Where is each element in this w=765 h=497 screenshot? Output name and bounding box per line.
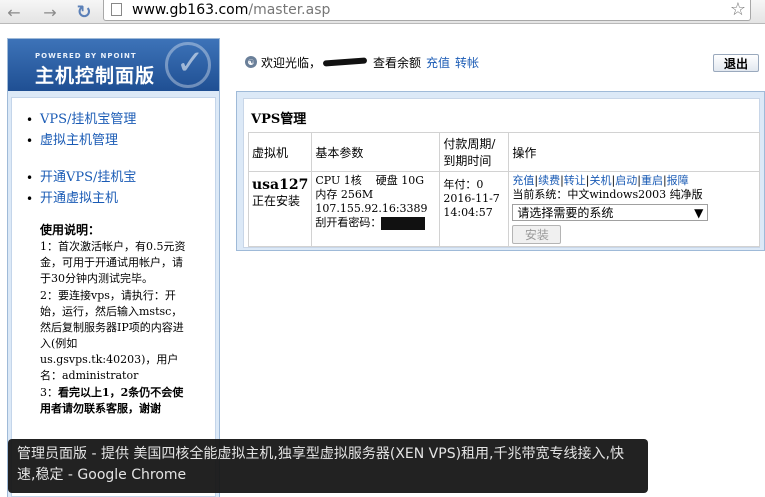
spec-ip: 107.155.92.16:3389 (315, 202, 428, 215)
url-host: www.gb163.com (132, 2, 249, 18)
usage-item-3: 3：看完以上1，2条仍不会使用者请勿联系客服，谢谢 (40, 385, 190, 417)
vm-name: usa127 (252, 177, 309, 193)
sidebar-item-open-vps[interactable]: 开通VPS/挂机宝 (26, 169, 136, 190)
os-select-value: 请选择需要的系统 (517, 205, 614, 220)
sidebar-item-label[interactable]: 开通VPS/挂机宝 (40, 170, 136, 185)
ops-links: 充值|续费|转让|关机|启动|重启|报障 (512, 174, 689, 187)
chevron-down-icon: ▼ (694, 205, 704, 220)
table-header-row: 虚拟机 基本参数 付款周期/到期时间 操作 (247, 132, 760, 172)
welcome-text: 欢迎光临， (261, 55, 322, 70)
username-redacted (322, 57, 368, 67)
check-logo-icon (165, 42, 211, 88)
cell-spec: CPU 1核 硬盘 10G 内存 256M 107.155.92.16:3389… (311, 171, 441, 247)
op-start-link[interactable]: 启动 (615, 174, 637, 187)
usage-instructions: 使用说明： 1：首次激活帐户，有0.5元资金，可用于开通试用帐户，请于30分钟内… (40, 222, 190, 417)
sidebar-item-vhost-manage[interactable]: 虚拟主机管理 (26, 132, 136, 153)
op-recharge-link[interactable]: 充值 (512, 174, 534, 187)
window-title-tooltip: 管理员面版 - 提供 美国四核全能虚拟主机,独享型虚拟服务器(XEN VPS)租… (8, 439, 648, 493)
usage-item-1: 1：首次激活帐户，有0.5元资金，可用于开通试用帐户，请于30分钟内测试完毕。 (40, 240, 186, 285)
sidebar-item-label[interactable]: 虚拟主机管理 (40, 133, 118, 148)
cell-ops: 充值|续费|转让|关机|启动|重启|报障 当前系统：中文windows2003 … (508, 171, 760, 247)
op-report-link[interactable]: 报障 (667, 174, 689, 187)
install-button[interactable]: 安装 (512, 225, 562, 244)
vm-status: 正在安装 (252, 194, 301, 208)
address-bar[interactable]: www.gb163.com/master.asp ☆ (103, 0, 751, 21)
password-scratch-box[interactable] (381, 216, 426, 230)
vps-panel-inner: VPS管理 虚拟机 基本参数 付款周期/到期时间 操作 usa127 正在安装 … (243, 98, 760, 248)
back-arrow-icon[interactable]: ← (4, 2, 24, 22)
usage-title: 使用说明： (40, 223, 101, 237)
current-os: 当前系统：中文windows2003 纯净版 (512, 188, 703, 201)
sidebar-open-list: 开通VPS/挂机宝 开通虚拟主机 (26, 169, 136, 211)
sidebar-item-label[interactable]: VPS/挂机宝管理 (40, 112, 136, 127)
column-header-pay: 付款周期/到期时间 (439, 132, 510, 172)
cell-vm: usa127 正在安装 (247, 171, 313, 247)
transfer-link[interactable]: 转帐 (455, 54, 479, 71)
logo-title: 主机控制面版 (35, 65, 156, 87)
browser-toolbar: ← → ↻ www.gb163.com/master.asp ☆ (0, 0, 765, 24)
url-path: /master.asp (248, 2, 331, 18)
spec-memory: 内存 256M (315, 188, 374, 201)
op-shutdown-link[interactable]: 关机 (590, 174, 612, 187)
password-label: 刮开看密码： (315, 216, 382, 229)
op-renew-link[interactable]: 续费 (538, 174, 560, 187)
column-header-ops: 操作 (508, 132, 760, 172)
op-restart-link[interactable]: 重启 (641, 174, 663, 187)
vps-table: 虚拟机 基本参数 付款周期/到期时间 操作 usa127 正在安装 CPU 1核… (247, 132, 760, 247)
vps-panel: VPS管理 虚拟机 基本参数 付款周期/到期时间 操作 usa127 正在安装 … (236, 91, 765, 251)
os-select[interactable]: 请选择需要的系统 ▼ (512, 204, 709, 221)
op-transfer-link[interactable]: 转让 (564, 174, 586, 187)
check-balance-text: 查看余额 (373, 55, 422, 70)
url-text: www.gb163.com/master.asp (132, 2, 330, 18)
user-icon: ☯ (245, 56, 257, 68)
bookmark-star-icon[interactable]: ☆ (730, 0, 746, 20)
column-header-pay-line2: 到期时间 (443, 154, 492, 168)
spec-password: 刮开看密码： (315, 216, 436, 230)
recharge-link[interactable]: 充值 (426, 54, 450, 71)
sidebar-item-label[interactable]: 开通虚拟主机 (40, 191, 118, 206)
welcome-bar: ☯ 欢迎光临， 查看余额 充值 转帐 (245, 53, 479, 71)
spec-cpu-disk: CPU 1核 硬盘 10G (315, 174, 425, 187)
reload-icon[interactable]: ↻ (74, 2, 94, 23)
expire-date: 2016-11-7 (443, 192, 500, 205)
forward-arrow-icon[interactable]: → (40, 2, 60, 22)
column-header-pay-line1: 付款周期/ (443, 137, 496, 151)
usage-item-2: 2：要连接vps，请执行：开始，运行，然后输入mstsc，然后复制服务器IP项的… (40, 289, 184, 382)
expire-time: 14:04:57 (443, 206, 493, 219)
cell-pay: 年付：0 2016-11-7 14:04:57 (439, 171, 510, 247)
sidebar-panel: VPS/挂机宝管理 虚拟主机管理 开通VPS/挂机宝 开通虚拟主机 使用说明： … (11, 97, 216, 497)
table-row: usa127 正在安装 CPU 1核 硬盘 10G 内存 256M 107.15… (247, 171, 760, 247)
page-icon (111, 3, 122, 16)
usage-item-3-text: 看完以上1，2条仍不会使用者请勿联系客服，谢谢 (40, 386, 184, 415)
logo: POWERED BY NPOINT 主机控制面版 (8, 39, 219, 91)
column-header-vm: 虚拟机 (247, 132, 313, 172)
sidebar-item-vps-manage[interactable]: VPS/挂机宝管理 (26, 111, 136, 132)
logo-powered-text: POWERED BY NPOINT (35, 52, 137, 60)
usage-item-3-prefix: 3： (40, 386, 58, 399)
panel-title: VPS管理 (251, 112, 307, 127)
logout-button[interactable]: 退出 (713, 54, 759, 72)
sidebar-manage-list: VPS/挂机宝管理 虚拟主机管理 (26, 111, 136, 153)
column-header-spec: 基本参数 (311, 132, 441, 172)
sidebar-item-open-vhost[interactable]: 开通虚拟主机 (26, 190, 136, 211)
pay-cycle: 年付：0 (443, 178, 484, 191)
sidebar: POWERED BY NPOINT 主机控制面版 VPS/挂机宝管理 虚拟主机管… (7, 38, 220, 497)
